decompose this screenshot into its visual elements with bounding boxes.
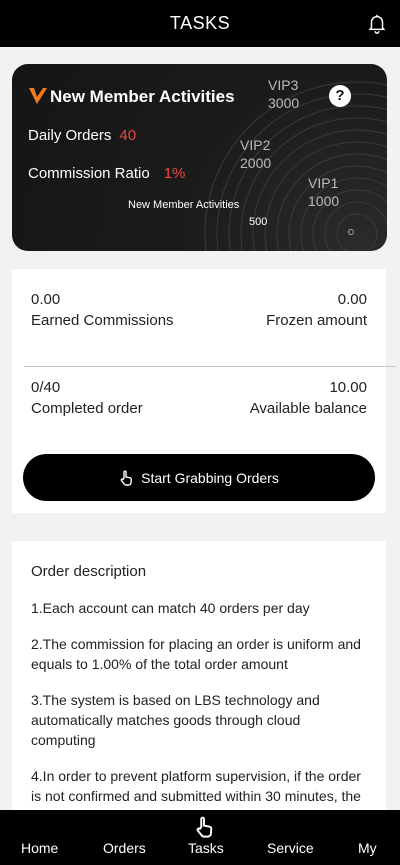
vip1-name: VIP1 [308, 175, 339, 191]
vip1-level: VIP1 1000 [308, 174, 339, 210]
earned-commissions-label: Earned Commissions [31, 312, 174, 329]
tab-orders[interactable]: Orders [103, 840, 146, 856]
top-header: TASKS [0, 0, 400, 47]
tab-service[interactable]: Service [267, 840, 314, 856]
stats-panel: 0.00 Earned Commissions 0.00 Frozen amou… [12, 269, 396, 513]
vip1-amount: 1000 [308, 193, 340, 209]
commission-ratio-row: Commission Ratio 1% [28, 165, 185, 182]
vip-card-title: New Member Activities [50, 87, 235, 106]
current-level-name: New Member Activities [128, 199, 240, 211]
hand-pointer-icon[interactable] [194, 816, 214, 838]
page-title: TASKS [169, 13, 231, 33]
vip3-amount: 3000 [268, 95, 300, 111]
start-button-label: Start Grabbing Orders [141, 469, 279, 486]
vip2-level: VIP2 2000 [240, 136, 271, 172]
frozen-amount-label: Frozen amount [266, 312, 367, 329]
hand-pointer-icon [120, 470, 133, 486]
daily-orders-label: Daily Orders [28, 127, 112, 144]
description-item: 2.The commission for placing an order is… [31, 636, 361, 672]
tab-home[interactable]: Home [21, 840, 58, 856]
stats-divider [24, 366, 396, 367]
vip2-name: VIP2 [240, 137, 271, 153]
available-balance-value: 10.00 [329, 379, 367, 396]
tab-tasks[interactable]: Tasks [188, 840, 224, 856]
frozen-amount-value: 0.00 [337, 291, 367, 308]
current-level-amount: 500 [249, 216, 268, 228]
level-marker-dot [348, 229, 354, 235]
tab-my[interactable]: My [358, 840, 377, 856]
bottom-tab-bar: Home Orders Tasks Service My [0, 810, 400, 865]
description-item: 1.Each account can match 40 orders per d… [31, 600, 310, 616]
start-grabbing-orders-button[interactable]: Start Grabbing Orders [23, 454, 375, 501]
commission-ratio-label: Commission Ratio [28, 165, 150, 182]
available-balance-label: Available balance [249, 400, 367, 417]
order-description-panel: Order description 1.Each account can mat… [12, 541, 386, 811]
help-icon[interactable]: ? [329, 85, 351, 107]
vip3-level: VIP3 3000 [268, 76, 299, 112]
commission-ratio-value: 1% [163, 165, 186, 182]
daily-orders-row: Daily Orders 40 [28, 127, 136, 144]
earned-commissions-value: 0.00 [31, 291, 61, 308]
vip3-name: VIP3 [268, 77, 299, 93]
completed-order-value: 0/40 [31, 379, 61, 396]
daily-orders-value: 40 [119, 127, 137, 144]
bell-icon[interactable] [366, 12, 388, 34]
vip-activity-card[interactable]: New Member Activities ? Daily Orders 40 C… [12, 64, 387, 251]
order-description-title: Order description [31, 563, 147, 580]
description-item: 4.In order to prevent platform supervisi… [31, 768, 361, 804]
vip2-amount: 2000 [240, 155, 272, 171]
description-item: 3.The system is based on LBS technology … [31, 692, 320, 748]
vip-logo-icon [29, 88, 47, 104]
completed-order-label: Completed order [31, 400, 143, 417]
